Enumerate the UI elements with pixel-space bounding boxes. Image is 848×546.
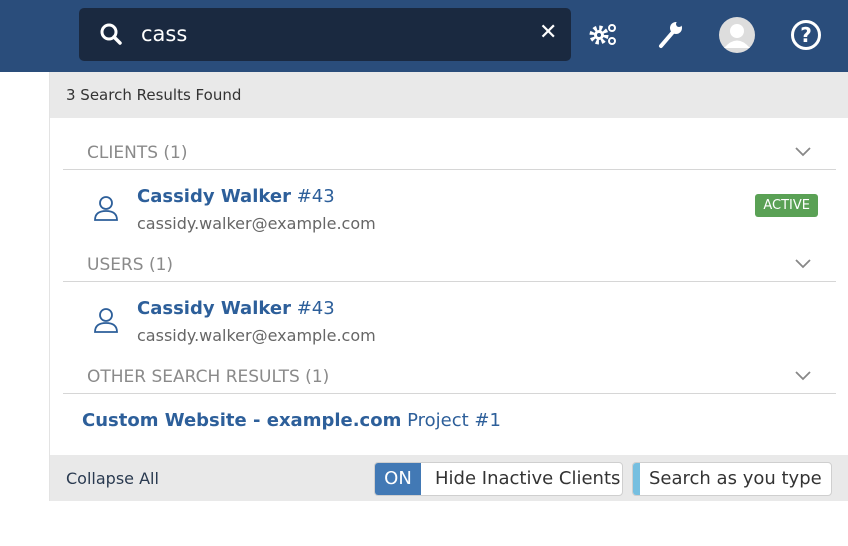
result-name[interactable]: Cassidy Walker #43: [137, 298, 335, 319]
result-name[interactable]: Cassidy Walker #43: [137, 186, 335, 207]
section-clients[interactable]: CLIENTS (1): [63, 134, 836, 170]
results-footer: Collapse All ON Hide Inactive Clients Se…: [50, 455, 848, 501]
search-box[interactable]: ✕: [79, 8, 571, 61]
list-item[interactable]: Cassidy Walker #43 cassidy.walker@exampl…: [63, 284, 836, 345]
toggle-label: Hide Inactive Clients: [435, 468, 621, 489]
chevron-down-icon[interactable]: [794, 254, 812, 272]
status-badge: ACTIVE: [755, 194, 818, 217]
wrench-icon[interactable]: [656, 18, 686, 50]
toggle-label: Search as you type: [649, 468, 822, 489]
clear-icon[interactable]: ✕: [539, 20, 557, 45]
section-title: CLIENTS (1): [87, 143, 188, 163]
result-email: cassidy.walker@example.com: [137, 214, 376, 233]
section-title: USERS (1): [87, 255, 174, 275]
help-icon[interactable]: ?: [790, 19, 822, 51]
search-results-panel: 3 Search Results Found CLIENTS (1) Cassi…: [49, 72, 848, 501]
results-count: 3 Search Results Found: [50, 72, 848, 118]
client-id: #43: [296, 186, 335, 207]
user-id: #43: [296, 298, 335, 319]
person-icon: [94, 308, 118, 333]
client-name-link[interactable]: Cassidy Walker: [137, 186, 291, 207]
chevron-down-icon[interactable]: [794, 366, 812, 384]
chevron-down-icon[interactable]: [794, 142, 812, 160]
section-title: OTHER SEARCH RESULTS (1): [87, 367, 330, 387]
project-id: Project #1: [407, 410, 501, 431]
search-as-you-type-toggle[interactable]: Search as you type: [632, 462, 832, 496]
section-other[interactable]: OTHER SEARCH RESULTS (1): [63, 358, 836, 394]
collapse-all-link[interactable]: Collapse All: [66, 469, 159, 488]
section-users[interactable]: USERS (1): [63, 246, 836, 282]
svg-text:?: ?: [800, 23, 812, 47]
toggle-on-indicator: ON: [375, 463, 421, 495]
hide-inactive-toggle[interactable]: ON Hide Inactive Clients: [374, 462, 623, 496]
list-item[interactable]: Cassidy Walker #43 cassidy.walker@exampl…: [63, 172, 836, 233]
list-item[interactable]: Custom Website - example.com Project #1: [82, 410, 501, 431]
toggle-off-indicator: [633, 463, 640, 495]
person-icon: [94, 196, 118, 221]
user-name-link[interactable]: Cassidy Walker: [137, 298, 291, 319]
project-link[interactable]: Custom Website - example.com: [82, 410, 401, 431]
search-input[interactable]: [141, 18, 521, 50]
result-email: cassidy.walker@example.com: [137, 326, 376, 345]
search-icon: [100, 23, 122, 45]
gears-icon[interactable]: [587, 18, 619, 50]
top-bar: ✕ ?: [0, 0, 848, 72]
avatar[interactable]: [719, 17, 755, 53]
